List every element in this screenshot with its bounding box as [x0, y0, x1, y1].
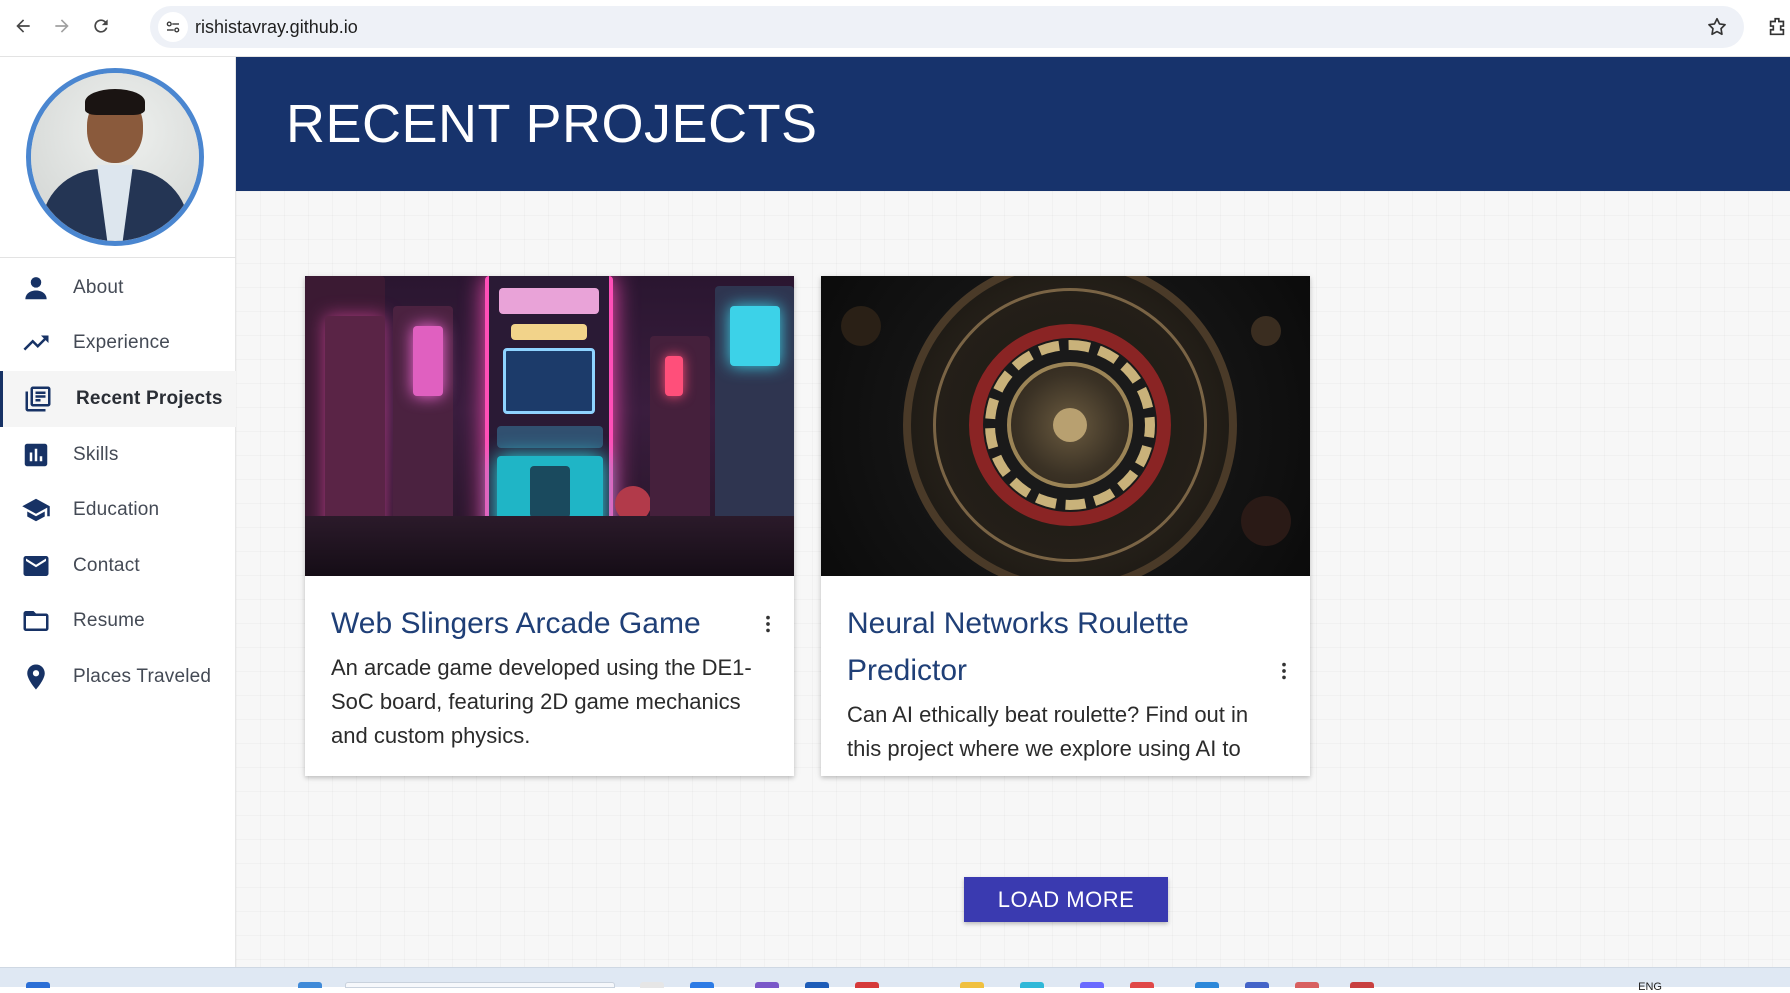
sidebar-item-label: Recent Projects [76, 387, 223, 409]
forward-arrow-icon [55, 19, 69, 33]
language-indicator[interactable]: ENG [1638, 981, 1662, 993]
back-button[interactable] [9, 12, 37, 40]
file-explorer-icon[interactable] [640, 982, 664, 988]
app-icon[interactable] [1295, 982, 1319, 988]
sidebar-item-label: Education [73, 499, 160, 521]
sidebar-item-about[interactable]: About [0, 260, 236, 316]
reload-button[interactable] [87, 12, 115, 40]
sidebar-item-label: Resume [73, 610, 145, 632]
folder-icon [20, 605, 52, 637]
mail-icon [20, 550, 52, 582]
project-card[interactable]: Neural Networks Roulette Predictor Can A… [821, 276, 1310, 776]
start-icon[interactable] [26, 982, 50, 988]
url-text[interactable]: rishistavray.github.io [195, 17, 358, 38]
load-more-button[interactable]: LOAD MORE [964, 877, 1168, 922]
project-image-roulette[interactable] [821, 276, 1310, 576]
sidebar-item-label: Experience [73, 332, 171, 354]
sidebar-divider [0, 257, 236, 258]
address-bar[interactable]: rishistavray.github.io [150, 6, 1744, 48]
project-title[interactable]: Neural Networks Roulette Predictor [847, 600, 1237, 694]
sidebar: About Experience Recent Projects Skills … [0, 57, 236, 967]
project-card[interactable]: Web Slingers Arcade Game An arcade game … [305, 276, 794, 776]
os-taskbar: ENG [0, 967, 1790, 993]
site-info-icon[interactable] [158, 12, 188, 42]
reload-icon [94, 19, 108, 33]
library-books-icon [22, 383, 54, 415]
back-arrow-icon [16, 19, 30, 33]
sidebar-nav: About Experience Recent Projects Skills … [0, 260, 236, 705]
bar-chart-icon [20, 439, 52, 471]
person-icon [20, 272, 52, 304]
project-description: An arcade game developed using the DE1-S… [331, 655, 752, 748]
sidebar-item-label: Contact [73, 554, 140, 576]
app-icon[interactable] [1350, 982, 1374, 988]
browser-toolbar: rishistavray.github.io [0, 0, 1790, 57]
app-icon[interactable] [1245, 982, 1269, 988]
sidebar-item-resume[interactable]: Resume [0, 594, 236, 650]
project-image-arcade[interactable] [305, 276, 794, 576]
sidebar-item-experience[interactable]: Experience [0, 316, 236, 372]
project-title[interactable]: Web Slingers Arcade Game [331, 600, 721, 647]
app-icon[interactable] [960, 982, 984, 988]
bookmark-star-icon[interactable] [1706, 16, 1728, 38]
sidebar-item-contact[interactable]: Contact [0, 538, 236, 594]
more-vert-icon[interactable] [756, 612, 780, 636]
location-pin-icon [20, 661, 52, 693]
projects-section: Web Slingers Arcade Game An arcade game … [236, 191, 1790, 967]
task-view-icon[interactable] [298, 982, 322, 988]
sidebar-item-recent-projects[interactable]: Recent Projects [0, 371, 236, 427]
avatar [26, 68, 204, 246]
forward-button[interactable] [48, 12, 76, 40]
app-icon[interactable] [755, 982, 779, 988]
page-title: RECENT PROJECTS [286, 94, 818, 154]
trending-up-icon [20, 327, 52, 359]
chrome-icon[interactable] [1130, 982, 1154, 988]
sidebar-item-places-traveled[interactable]: Places Traveled [0, 649, 236, 705]
app-icon[interactable] [855, 982, 879, 988]
sidebar-item-education[interactable]: Education [0, 482, 236, 538]
school-icon [20, 494, 52, 526]
sidebar-item-label: Skills [73, 443, 119, 465]
edge-icon[interactable] [690, 982, 714, 988]
app-icon[interactable] [805, 982, 829, 988]
sidebar-item-skills[interactable]: Skills [0, 427, 236, 483]
extensions-icon[interactable] [1766, 16, 1788, 38]
project-description: Can AI ethically beat roulette? Find out… [847, 702, 1249, 761]
search-box[interactable] [345, 982, 615, 988]
app-icon[interactable] [1195, 982, 1219, 988]
page-header: RECENT PROJECTS [236, 57, 1790, 191]
sidebar-item-label: Places Traveled [73, 665, 212, 687]
sidebar-item-label: About [73, 276, 124, 298]
more-vert-icon[interactable] [1272, 659, 1296, 683]
app-icon[interactable] [1080, 982, 1104, 988]
app-icon[interactable] [1020, 982, 1044, 988]
